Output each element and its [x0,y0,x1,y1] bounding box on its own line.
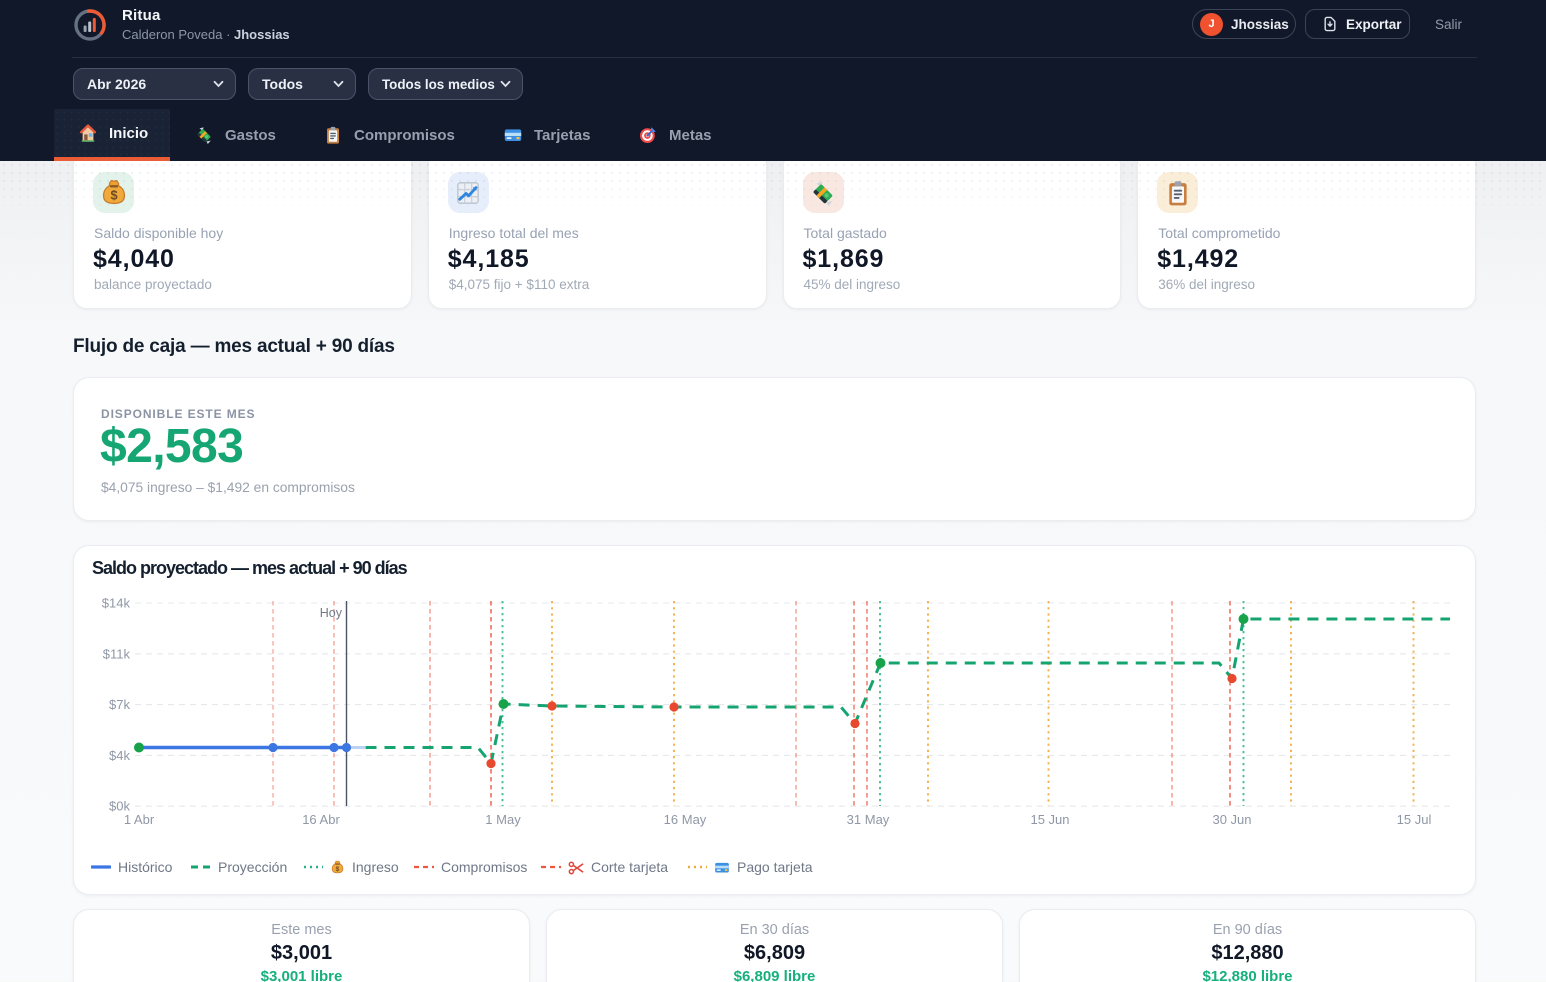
svg-text:$4k: $4k [109,748,130,763]
svg-text:16 Abr: 16 Abr [302,812,340,827]
svg-text:$7k: $7k [109,697,130,712]
svg-text:$14k: $14k [102,596,131,611]
svg-text:15 Jul: 15 Jul [1397,812,1432,827]
svg-text:$11k: $11k [103,646,131,661]
svg-text:Hoy: Hoy [320,606,343,620]
svg-text:15 Jun: 15 Jun [1030,812,1069,827]
svg-text:31 May: 31 May [847,812,890,827]
svg-text:1 May: 1 May [485,812,521,827]
svg-text:30 Jun: 30 Jun [1212,812,1251,827]
svg-text:1 Abr: 1 Abr [124,812,155,827]
svg-text:16 May: 16 May [664,812,707,827]
